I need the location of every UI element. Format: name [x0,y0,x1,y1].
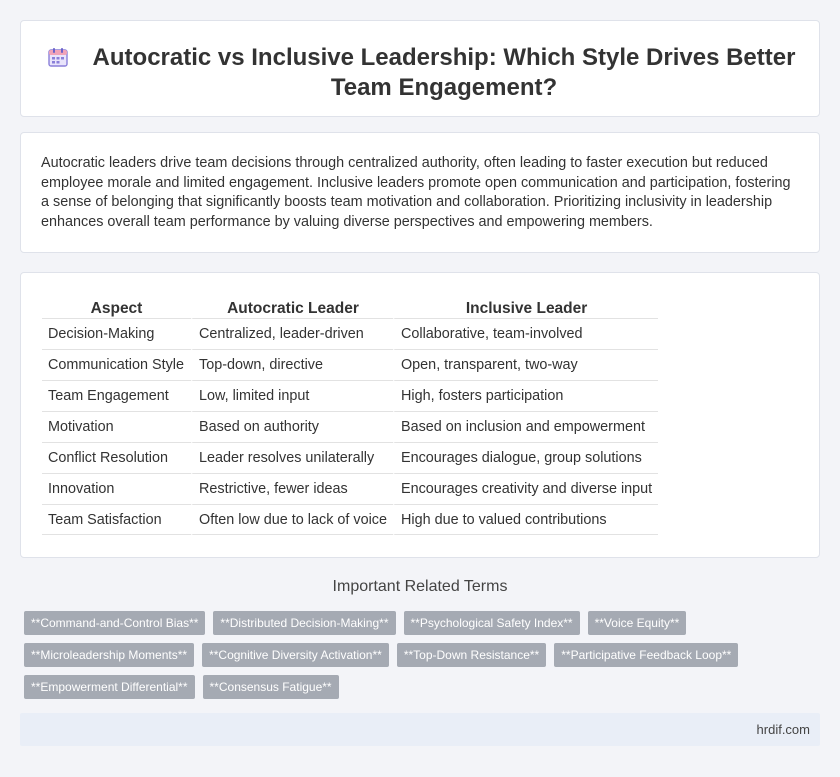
table-cell: Low, limited input [191,380,393,411]
table-cell: Encourages creativity and diverse input [392,473,659,504]
column-header-autocratic: Autocratic Leader [191,293,393,318]
related-term-tag[interactable]: **Participative Feedback Loop** [554,643,739,667]
table-row: Team Engagement Low, limited input High,… [42,380,659,411]
table-row: Motivation Based on authority Based on i… [42,411,659,442]
footer-site-link[interactable]: hrdif.com [757,722,810,737]
related-terms-list: **Command-and-Control Bias** **Distribut… [24,611,764,699]
comparison-card: Aspect Autocratic Leader Inclusive Leade… [20,272,820,558]
column-header-aspect: Aspect [90,300,143,317]
summary-paragraph: Autocratic leaders drive team decisions … [41,155,791,230]
calendar-icon [48,48,68,67]
related-term-tag[interactable]: **Consensus Fatigue** [202,675,339,699]
comparison-table: Aspect Autocratic Leader Inclusive Leade… [42,293,659,535]
title-card: Autocratic vs Inclusive Leadership: Whic… [20,20,820,117]
table-cell: Often low due to lack of voice [191,504,393,535]
table-cell: High, fosters participation [392,380,659,411]
table-cell: Top-down, directive [191,349,393,380]
table-cell: Collaborative, team-involved [392,318,659,349]
related-terms-heading: Important Related Terms [332,578,508,595]
summary-card: Autocratic leaders drive team decisions … [20,132,820,253]
table-header-row: Aspect Autocratic Leader Inclusive Leade… [42,293,658,318]
footer-bar: hrdif.com [20,713,820,746]
table-row: Conflict Resolution Leader resolves unil… [42,442,659,473]
table-cell: Encourages dialogue, group solutions [392,442,659,473]
related-term-tag[interactable]: **Cognitive Diversity Activation** [202,643,389,667]
column-header-inclusive: Inclusive Leader [392,293,658,318]
table-cell: Based on inclusion and empowerment [392,411,659,442]
table-cell: Team Satisfaction [42,504,191,535]
table-cell: Conflict Resolution [42,442,191,473]
table-cell: Based on authority [191,411,393,442]
table-cell: High due to valued contributions [392,504,659,535]
table-cell: Leader resolves unilaterally [191,442,393,473]
table-cell: Motivation [42,411,191,442]
related-term-tag[interactable]: **Voice Equity** [587,611,687,635]
table-cell: Innovation [42,473,191,504]
table-cell: Centralized, leader-driven [191,318,393,349]
table-row: Innovation Restrictive, fewer ideas Enco… [42,473,659,504]
page-title: Autocratic vs Inclusive Leadership: Whic… [92,44,796,101]
related-term-tag[interactable]: **Top-Down Resistance** [396,643,547,667]
related-term-tag[interactable]: **Empowerment Differential** [24,675,195,699]
table-row: Team Satisfaction Often low due to lack … [42,504,659,535]
related-term-tag[interactable]: **Command-and-Control Bias** [24,611,206,635]
table-cell: Decision-Making [42,318,191,349]
table-cell: Restrictive, fewer ideas [191,473,393,504]
related-term-tag[interactable]: **Psychological Safety Index** [403,611,580,635]
table-row: Communication Style Top-down, directive … [42,349,659,380]
table-cell: Team Engagement [42,380,191,411]
table-row: Decision-Making Centralized, leader-driv… [42,318,659,349]
table-cell: Communication Style [42,349,191,380]
table-cell: Open, transparent, two-way [392,349,659,380]
related-term-tag[interactable]: **Distributed Decision-Making** [213,611,396,635]
related-term-tag[interactable]: **Microleadership Moments** [24,643,195,667]
